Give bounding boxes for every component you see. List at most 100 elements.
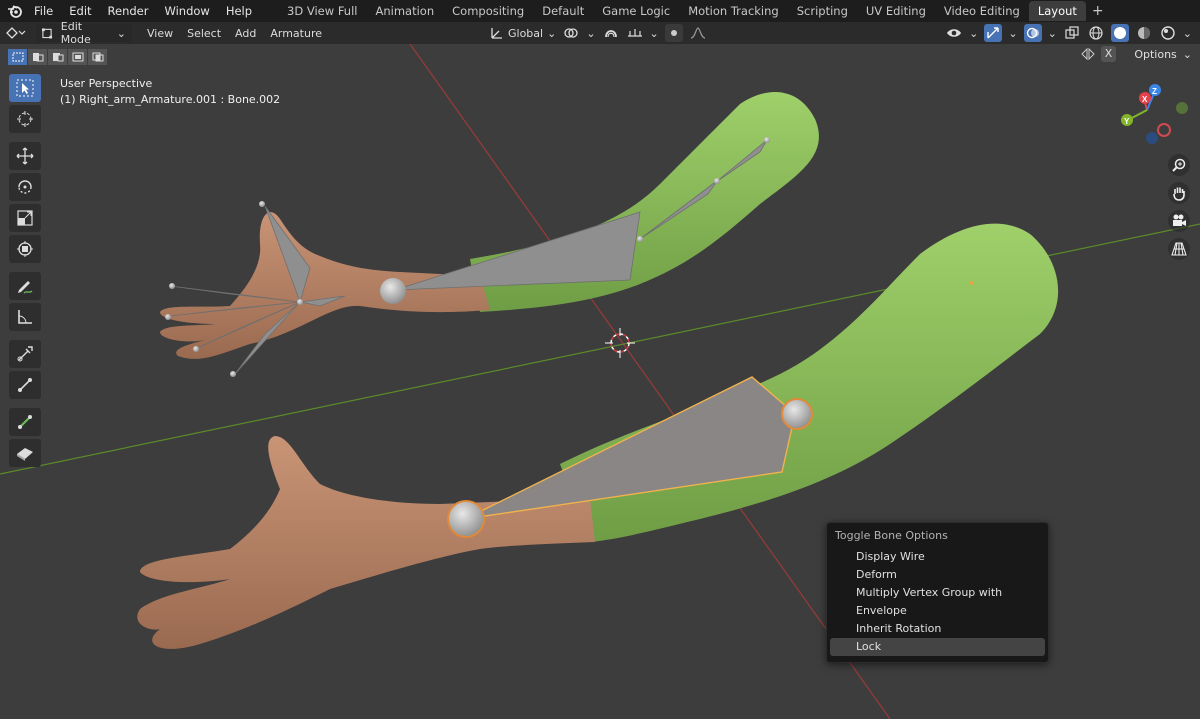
cursor-editor-icon bbox=[6, 27, 26, 39]
tool-bone-size[interactable] bbox=[9, 371, 41, 399]
tool-envelope[interactable] bbox=[9, 439, 41, 467]
mode-select[interactable]: Edit Mode ⌄ bbox=[36, 20, 132, 46]
tool-cursor[interactable] bbox=[9, 105, 41, 133]
perspective-toggle-button[interactable] bbox=[1168, 238, 1190, 260]
tool-annotate[interactable] bbox=[9, 272, 41, 300]
menu-item-display-wire[interactable]: Display Wire bbox=[830, 548, 1045, 566]
menu-item-lock[interactable]: Lock bbox=[830, 638, 1045, 656]
tab-video-editing[interactable]: Video Editing bbox=[935, 1, 1029, 21]
select-subtract-button[interactable] bbox=[48, 49, 67, 65]
gizmo-z-label: Z bbox=[1152, 87, 1157, 96]
tab-3d-view-full[interactable]: 3D View Full bbox=[278, 1, 366, 21]
tab-game-logic[interactable]: Game Logic bbox=[593, 1, 679, 21]
transform-icon bbox=[17, 241, 33, 257]
tool-scale[interactable] bbox=[9, 204, 41, 232]
measure-icon bbox=[18, 310, 32, 324]
roll-icon bbox=[18, 415, 32, 429]
menu-view[interactable]: View bbox=[140, 27, 180, 40]
mode-label: Edit Mode bbox=[60, 20, 91, 46]
x-mirror-toggle[interactable]: X bbox=[1100, 46, 1117, 62]
eye-icon bbox=[947, 29, 962, 37]
options-menu[interactable]: Options bbox=[1134, 48, 1176, 61]
xray-toggle-button[interactable] bbox=[1063, 24, 1081, 42]
gizmo-x-label: X bbox=[1142, 95, 1148, 104]
solid-sphere-icon bbox=[1113, 27, 1126, 39]
gizmo-y-label: Y bbox=[1124, 117, 1130, 126]
solid-shading-button[interactable] bbox=[1110, 24, 1129, 42]
proportional-edit-button[interactable] bbox=[664, 24, 683, 42]
rendered-sphere-icon bbox=[1161, 26, 1175, 40]
select-intersect-icon bbox=[92, 52, 103, 62]
chevron-down-icon: ⌄ bbox=[116, 26, 126, 40]
tool-rotate[interactable] bbox=[9, 173, 41, 201]
menu-select[interactable]: Select bbox=[180, 27, 228, 40]
pan-button[interactable] bbox=[1168, 182, 1190, 204]
tab-animation[interactable]: Animation bbox=[366, 1, 443, 21]
overlays-toggle-button[interactable] bbox=[1023, 24, 1042, 42]
gizmo-icon bbox=[987, 27, 1000, 39]
tab-layout[interactable]: Layout bbox=[1028, 1, 1086, 21]
select-extend-button[interactable] bbox=[28, 49, 47, 65]
tool-extrude[interactable] bbox=[9, 340, 41, 368]
menu-file[interactable]: File bbox=[26, 0, 61, 22]
extrude-icon bbox=[17, 346, 33, 362]
chevron-down-icon: ⌄ bbox=[586, 26, 596, 40]
menu-item-multiply-vertex-group[interactable]: Multiply Vertex Group with Envelope bbox=[830, 584, 1045, 620]
chevron-down-icon: ⌄ bbox=[547, 26, 557, 40]
chevron-down-icon: ⌄ bbox=[1008, 26, 1018, 40]
orientation-label: Global bbox=[508, 26, 544, 40]
menu-item-deform[interactable]: Deform bbox=[830, 566, 1045, 584]
menu-help[interactable]: Help bbox=[218, 0, 260, 22]
menu-window[interactable]: Window bbox=[156, 0, 217, 22]
selected-bone-tail bbox=[781, 398, 813, 430]
select-new-button[interactable] bbox=[8, 49, 27, 65]
tool-move[interactable] bbox=[9, 142, 41, 170]
snap-target-button[interactable] bbox=[626, 24, 644, 42]
tab-uv-editing[interactable]: UV Editing bbox=[857, 1, 935, 21]
visibility-button[interactable] bbox=[945, 24, 963, 42]
tool-select-box[interactable] bbox=[9, 74, 41, 102]
tab-motion-tracking[interactable]: Motion Tracking bbox=[679, 1, 788, 21]
gizmo-toggle-button[interactable] bbox=[984, 24, 1003, 42]
tool-measure[interactable] bbox=[9, 303, 41, 331]
proportional-icon bbox=[670, 30, 677, 36]
grid-perspective-icon bbox=[1171, 242, 1187, 256]
snap-button[interactable] bbox=[602, 24, 620, 42]
tool-transform[interactable] bbox=[9, 235, 41, 263]
menu-item-inherit-rotation[interactable]: Inherit Rotation bbox=[830, 620, 1045, 638]
transform-tools: Global ⌄ ⌄ ⌄ bbox=[490, 24, 707, 42]
blender-logo-icon[interactable] bbox=[4, 0, 26, 22]
snap-icon bbox=[604, 30, 617, 38]
tab-scripting[interactable]: Scripting bbox=[788, 1, 857, 21]
chevron-down-icon: ⌄ bbox=[969, 26, 979, 40]
edit-mode-icon bbox=[42, 28, 53, 39]
rotate-icon bbox=[18, 180, 32, 194]
envelope-icon bbox=[17, 448, 33, 461]
wireframe-shading-button[interactable] bbox=[1087, 24, 1105, 42]
material-shading-button[interactable] bbox=[1135, 24, 1153, 42]
menu-add[interactable]: Add bbox=[228, 27, 263, 40]
select-mode-buttons bbox=[8, 49, 107, 65]
select-invert-button[interactable] bbox=[68, 49, 87, 65]
orientation-select[interactable]: Global ⌄ bbox=[490, 24, 556, 42]
add-workspace-button[interactable]: + bbox=[1086, 3, 1110, 19]
select-extend-icon bbox=[32, 53, 43, 62]
editor-type-button[interactable] bbox=[0, 24, 32, 42]
mirror-icon bbox=[1081, 47, 1095, 61]
select-intersect-button[interactable] bbox=[88, 49, 107, 65]
rendered-shading-button[interactable] bbox=[1159, 24, 1177, 42]
menu-edit[interactable]: Edit bbox=[61, 0, 99, 22]
3d-viewport[interactable]: X Z Y X Options ⌄ User Perspective (1) R… bbox=[0, 44, 1200, 719]
scale-icon bbox=[17, 210, 33, 226]
tool-roll[interactable] bbox=[9, 408, 41, 436]
zoom-button[interactable] bbox=[1168, 154, 1190, 176]
pivot-point-button[interactable] bbox=[562, 24, 580, 42]
falloff-button[interactable] bbox=[689, 24, 707, 42]
camera-view-button[interactable] bbox=[1168, 210, 1190, 232]
tab-default[interactable]: Default bbox=[533, 1, 593, 21]
falloff-icon bbox=[690, 27, 705, 39]
menu-armature[interactable]: Armature bbox=[263, 27, 329, 40]
tab-compositing[interactable]: Compositing bbox=[443, 1, 533, 21]
menu-render[interactable]: Render bbox=[100, 0, 157, 22]
select-box-icon bbox=[16, 79, 34, 97]
